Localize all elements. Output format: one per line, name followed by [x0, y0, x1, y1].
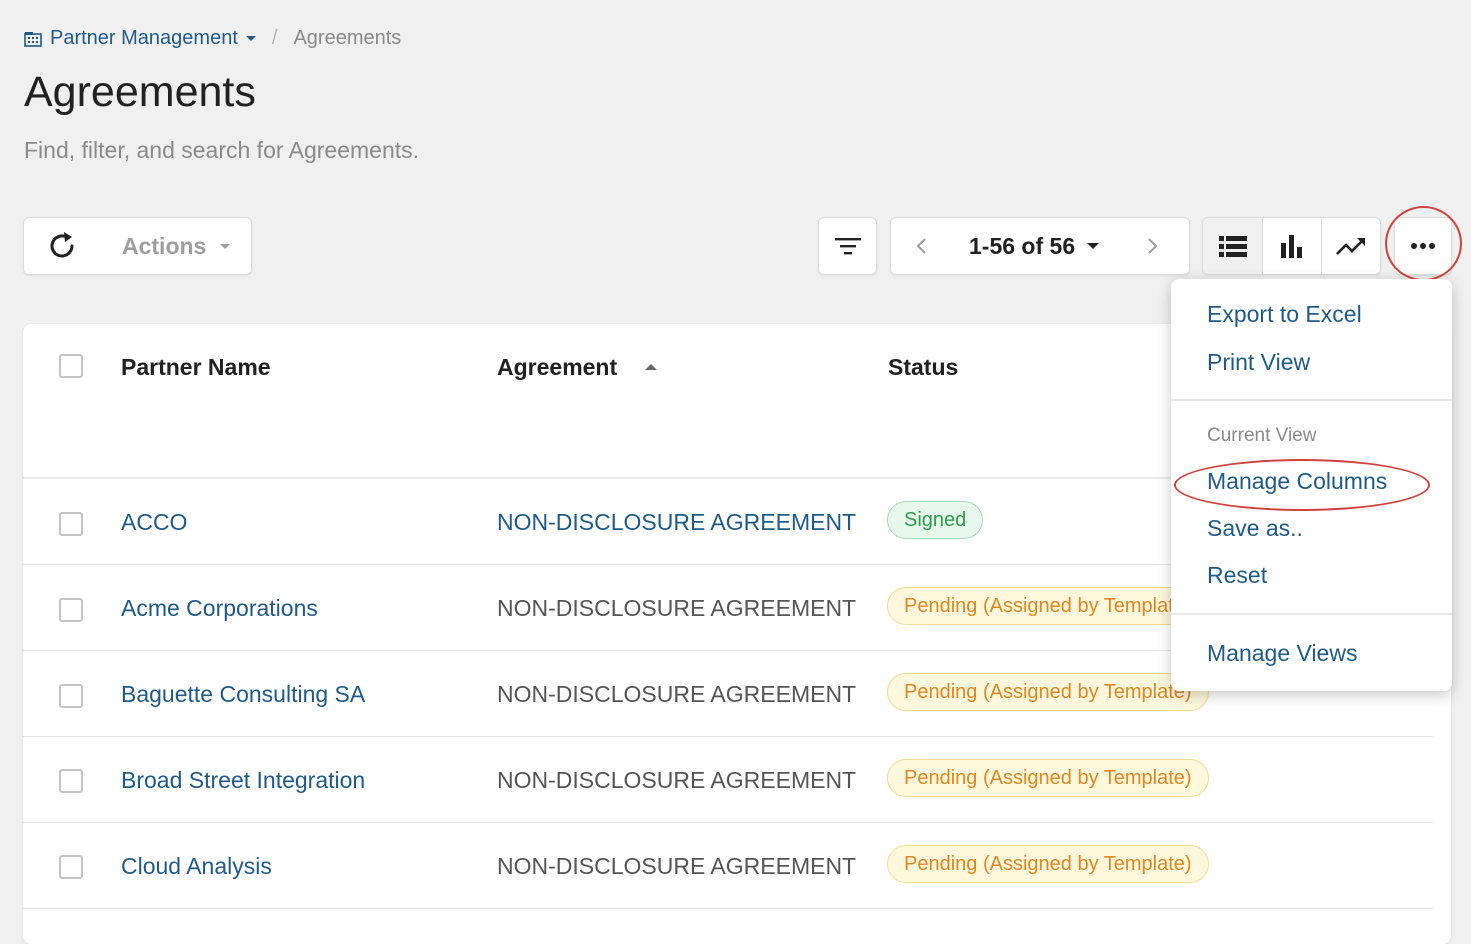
sort-ascending-icon[interactable]: [645, 364, 657, 370]
chevron-down-icon[interactable]: [1087, 243, 1100, 249]
trend-view-button[interactable]: [1321, 218, 1380, 274]
refresh-icon[interactable]: [46, 229, 80, 263]
row-checkbox[interactable]: [59, 769, 83, 793]
breadcrumb: Partner Management / Agreements: [24, 27, 401, 50]
menu-item-save-as[interactable]: Save as..: [1207, 515, 1303, 542]
status-badge: Pending (Assigned by Template): [887, 587, 1209, 625]
chevron-down-icon[interactable]: [220, 243, 231, 249]
list-view-icon: [1218, 236, 1247, 257]
page-title: Agreements: [24, 68, 256, 116]
view-switcher: [1202, 217, 1381, 275]
partner-name-link[interactable]: Broad Street Integration: [121, 767, 365, 794]
building-icon: [24, 31, 42, 47]
list-view-button[interactable]: [1203, 218, 1262, 274]
status-badge: Signed: [887, 501, 984, 539]
filter-button[interactable]: [818, 217, 877, 275]
chart-view-button[interactable]: [1262, 218, 1321, 274]
row-divider: [23, 908, 1433, 909]
table-row[interactable]: Broad Street Integration NON-DISCLOSURE …: [23, 737, 1433, 823]
menu-item-print-view[interactable]: Print View: [1207, 349, 1310, 376]
refresh-actions-group: Actions: [23, 217, 252, 275]
partner-name-link[interactable]: ACCO: [121, 509, 187, 536]
breadcrumb-parent-link[interactable]: Partner Management: [50, 27, 238, 50]
partner-name-link[interactable]: Baguette Consulting SA: [121, 681, 365, 708]
agreement-link[interactable]: NON-DISCLOSURE AGREEMENT: [497, 509, 856, 536]
row-checkbox[interactable]: [59, 855, 83, 879]
chevron-right-icon[interactable]: [1141, 235, 1163, 257]
filter-icon: [834, 238, 861, 255]
pagination-control: 1-56 of 56: [890, 217, 1190, 275]
menu-item-export-excel[interactable]: Export to Excel: [1207, 301, 1362, 328]
chevron-left-icon[interactable]: [911, 235, 933, 257]
table-row[interactable]: Cloud Analysis NON-DISCLOSURE AGREEMENT …: [23, 823, 1433, 909]
pagination-range[interactable]: 1-56 of 56: [969, 233, 1075, 260]
breadcrumb-current: Agreements: [293, 27, 402, 49]
page-subtitle: Find, filter, and search for Agreements.: [24, 137, 420, 163]
row-checkbox[interactable]: [59, 598, 83, 622]
chevron-down-icon[interactable]: [245, 36, 256, 41]
trend-icon: [1336, 238, 1365, 255]
more-horizontal-icon: [1411, 243, 1435, 249]
partner-name-link[interactable]: Acme Corporations: [121, 595, 318, 622]
agreement-name: NON-DISCLOSURE AGREEMENT: [497, 595, 857, 621]
partner-name-link[interactable]: Cloud Analysis: [121, 853, 272, 880]
menu-divider: [1171, 399, 1452, 401]
agreement-name: NON-DISCLOSURE AGREEMENT: [497, 767, 857, 793]
agreement-name: NON-DISCLOSURE AGREEMENT: [497, 853, 857, 879]
status-badge: Pending (Assigned by Template): [887, 673, 1209, 711]
menu-item-reset[interactable]: Reset: [1207, 562, 1267, 589]
row-checkbox[interactable]: [59, 512, 83, 536]
more-options-menu: Export to Excel Print View Current View …: [1171, 279, 1452, 691]
status-badge: Pending (Assigned by Template): [887, 759, 1209, 797]
bar-chart-icon: [1281, 235, 1302, 258]
menu-divider: [1171, 613, 1452, 615]
row-checkbox[interactable]: [59, 684, 83, 708]
agreement-name: NON-DISCLOSURE AGREEMENT: [497, 681, 857, 707]
column-header-status[interactable]: Status: [888, 354, 958, 381]
status-badge: Pending (Assigned by Template): [887, 845, 1209, 883]
actions-button[interactable]: Actions: [122, 233, 206, 260]
breadcrumb-separator: /: [271, 27, 278, 49]
more-options-button[interactable]: [1394, 217, 1452, 275]
column-header-agreement[interactable]: Agreement: [497, 354, 617, 381]
column-header-partner-name[interactable]: Partner Name: [121, 354, 271, 381]
select-all-checkbox[interactable]: [59, 354, 83, 378]
menu-item-manage-views[interactable]: Manage Views: [1207, 640, 1357, 667]
menu-item-manage-columns[interactable]: Manage Columns: [1207, 468, 1387, 495]
menu-section-label: Current View: [1207, 425, 1317, 446]
